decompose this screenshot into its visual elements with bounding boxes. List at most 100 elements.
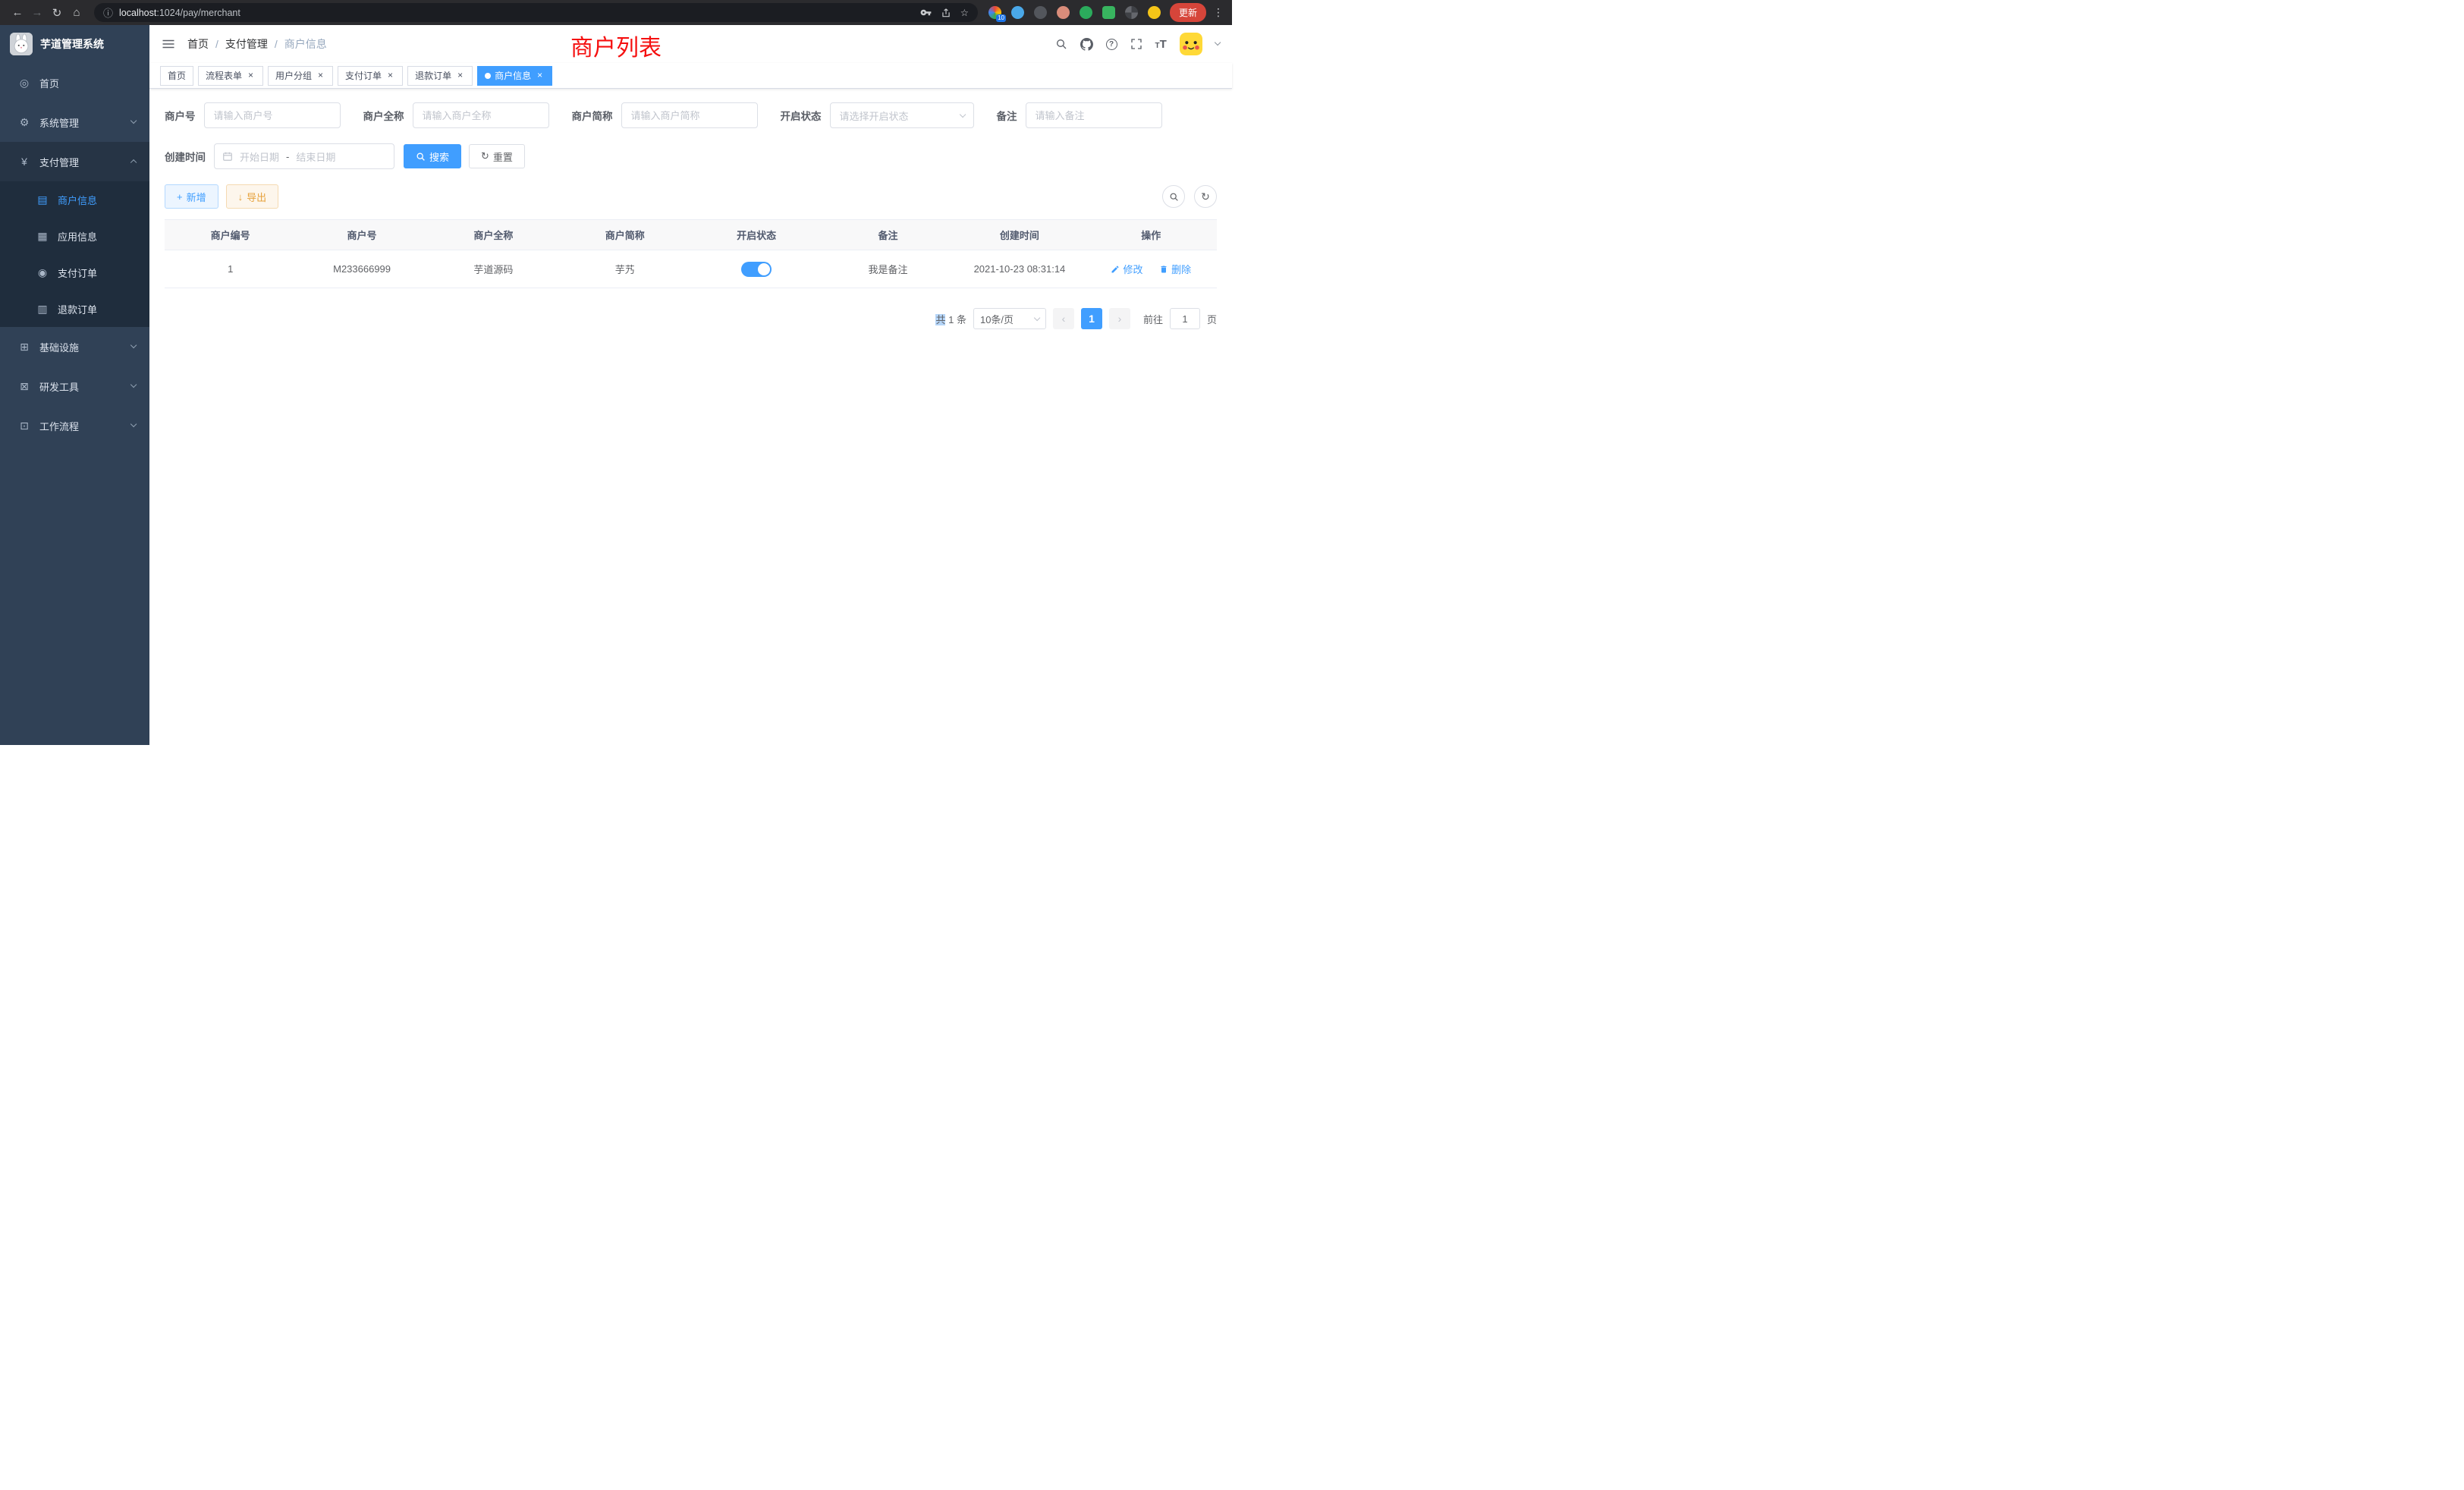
user-avatar[interactable] [1180,33,1202,55]
calendar-icon [222,151,233,162]
close-icon[interactable]: × [246,71,256,80]
extension-icon-7[interactable] [1125,6,1138,19]
remark-input[interactable] [1026,102,1162,128]
extension-icon-6[interactable] [1102,6,1115,19]
export-button[interactable]: ↓ 导出 [226,184,279,209]
close-icon[interactable]: × [385,71,395,80]
workflow-icon: ⊡ [17,420,32,432]
avatar-dropdown-caret-icon[interactable] [1215,39,1221,46]
sidebar-item-merchant-info[interactable]: ▤ 商户信息 [0,181,149,218]
status-toggle[interactable] [741,262,772,277]
app-logo[interactable]: 芋道管理系统 [0,25,149,63]
sidebar-item-payment[interactable]: ¥ 支付管理 [0,142,149,181]
sidebar-item-payment-orders[interactable]: ◉ 支付订单 [0,254,149,291]
breadcrumb-separator: / [215,38,218,50]
close-icon[interactable]: × [316,71,325,80]
breadcrumb: 首页 / 支付管理 / 商户信息 [187,36,327,52]
sidebar-item-infrastructure[interactable]: ⊞ 基础设施 [0,327,149,366]
fullscreen-icon[interactable] [1130,38,1142,50]
tab-merchant-info[interactable]: 商户信息 × [477,66,552,86]
sidebar-item-label: 研发工具 [39,379,79,394]
close-icon[interactable]: × [455,71,465,80]
sidebar-item-label: 退款订单 [58,302,97,316]
merchant-table: 商户编号 商户号 商户全称 商户简称 开启状态 备注 创建时间 操作 1 M23… [165,219,1217,288]
browser-home-button[interactable]: ⌂ [67,6,86,19]
extension-icon-5[interactable] [1080,6,1092,19]
page-number-1[interactable]: 1 [1081,308,1102,329]
github-icon[interactable] [1080,38,1093,51]
browser-back-button[interactable]: ← [8,6,27,19]
add-button[interactable]: + 新增 [165,184,218,209]
page-unit-label: 页 [1207,312,1217,326]
chevron-down-icon [960,112,966,118]
browser-update-button[interactable]: 更新 [1170,3,1206,22]
share-icon[interactable] [941,8,951,18]
address-bar[interactable]: ⓘ localhost :1024/pay/merchant ☆ [94,3,978,22]
tab-home[interactable]: 首页 [160,66,193,86]
date-separator: - [286,151,289,162]
page-size-select[interactable]: 10条/页 [973,308,1046,329]
edit-link[interactable]: 修改 [1111,262,1142,276]
extension-icon-4[interactable] [1057,6,1070,19]
prev-page-button[interactable]: ‹ [1053,308,1074,329]
sidebar-item-label: 支付管理 [39,155,79,169]
tab-refund-orders[interactable]: 退款订单 × [407,66,473,86]
yen-icon: ¥ [17,156,32,168]
logo-rabbit-avatar [10,33,33,55]
extension-icon-2[interactable] [1011,6,1024,19]
goto-page-input[interactable] [1170,308,1200,329]
search-icon[interactable] [1055,38,1067,50]
chevron-down-icon [130,421,137,428]
extension-icon-1[interactable]: 10 [988,6,1001,19]
goto-label: 前往 [1143,312,1163,326]
sidebar-toggle-icon[interactable] [162,37,175,51]
sidebar-item-app-info[interactable]: ▦ 应用信息 [0,218,149,254]
tab-payment-orders[interactable]: 支付订单 × [338,66,403,86]
password-key-icon[interactable] [920,7,932,18]
cell-remark: 我是备注 [822,250,954,288]
status-select[interactable]: 请选择开启状态 [830,102,974,128]
page-info-icon[interactable]: ⓘ [103,5,113,20]
sidebar-item-refund-orders[interactable]: ▥ 退款订单 [0,291,149,327]
sidebar-item-workflow[interactable]: ⊡ 工作流程 [0,406,149,445]
refresh-table-icon[interactable]: ↻ [1194,185,1217,208]
tab-user-group[interactable]: 用户分组 × [268,66,333,86]
font-size-icon[interactable]: TT [1155,38,1167,51]
merchant-name-input[interactable] [413,102,549,128]
col-actions: 操作 [1086,220,1217,250]
navbar-actions: ? TT [1055,33,1220,55]
top-navbar: 首页 / 支付管理 / 商户信息 ? TT [149,25,1232,63]
merchant-name-label: 商户全称 [363,108,404,123]
breadcrumb-payment[interactable]: 支付管理 [225,36,268,52]
browser-reload-button[interactable]: ↻ [47,6,67,20]
search-button[interactable]: 搜索 [404,144,461,168]
next-page-button[interactable]: › [1109,308,1130,329]
browser-forward-button[interactable]: → [27,6,47,19]
close-icon[interactable]: × [535,71,545,80]
sidebar-item-system[interactable]: ⚙ 系统管理 [0,102,149,142]
breadcrumb-home[interactable]: 首页 [187,36,209,52]
bookmark-star-icon[interactable]: ☆ [960,7,969,18]
tab-label: 首页 [168,69,186,82]
delete-link[interactable]: 删除 [1159,262,1191,276]
col-create-time: 创建时间 [954,220,1085,250]
extension-icon-8[interactable] [1148,6,1161,19]
help-icon[interactable]: ? [1106,39,1117,50]
devtools-icon: ⊠ [17,380,32,393]
refund-doc-icon: ▥ [35,303,50,316]
plus-icon: + [177,191,183,203]
reset-button[interactable]: ↻ 重置 [469,144,525,168]
extension-icon-3[interactable] [1034,6,1047,19]
merchant-no-input[interactable] [204,102,341,128]
infrastructure-icon: ⊞ [17,341,32,354]
sidebar-item-home[interactable]: ◎ 首页 [0,63,149,102]
tab-process-form[interactable]: 流程表单 × [198,66,263,86]
browser-menu-icon[interactable]: ⋮ [1212,6,1224,19]
sidebar-item-dev-tools[interactable]: ⊠ 研发工具 [0,366,149,406]
short-name-input[interactable] [621,102,758,128]
toggle-search-icon[interactable] [1162,185,1185,208]
chevron-down-icon [130,118,137,124]
create-time-range-picker[interactable]: 开始日期 - 结束日期 [214,143,394,169]
reset-button-label: 重置 [493,149,513,164]
pagination-total: 共 1 条 [935,312,966,326]
